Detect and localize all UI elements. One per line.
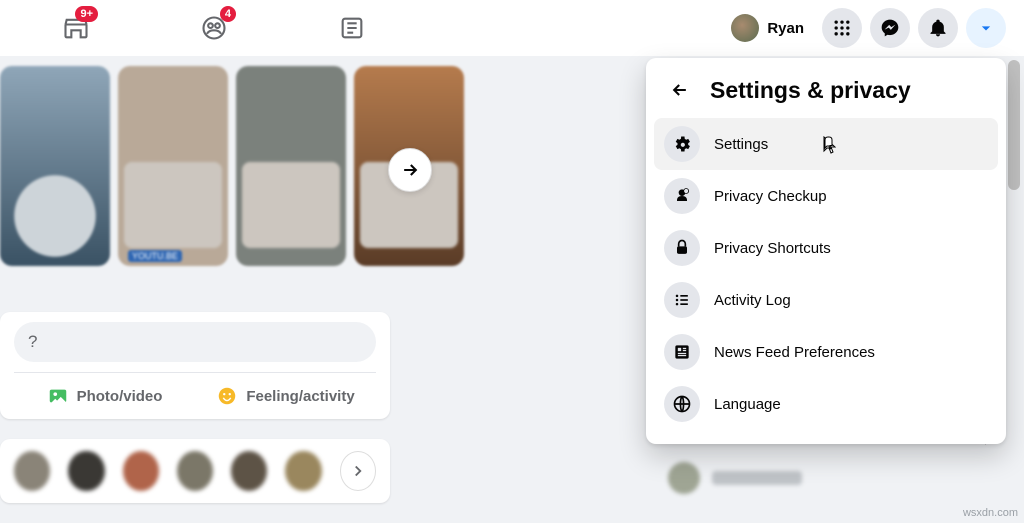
profile-name: Ryan [767,20,804,37]
watermark: wsxdn.com [963,507,1018,519]
nav-right-controls: Ryan [727,8,1006,48]
friends-row [0,439,390,503]
language-item[interactable]: Language [654,378,998,430]
friend-avatar[interactable] [285,451,321,491]
contact-row[interactable] [668,462,988,494]
composer-options: Photo/video Feeling/activity [14,377,376,415]
photo-video-option[interactable]: Photo/video [14,377,195,415]
panel-header: Settings & privacy [654,68,998,118]
notifications-button[interactable] [918,8,958,48]
menu-grid-button[interactable] [822,8,862,48]
friend-avatar[interactable] [231,451,267,491]
news-tab[interactable] [328,4,376,52]
stories-tray: YOUTU.BE [0,66,430,286]
story-card[interactable] [236,66,346,266]
cursor-icon [820,136,836,161]
feeling-icon [216,385,238,407]
vertical-scrollbar[interactable] [1008,60,1022,520]
friend-avatar[interactable] [14,451,50,491]
panel-title: Settings & privacy [710,77,911,104]
groups-badge: 4 [220,6,236,22]
privacy-checkup-icon [672,186,692,206]
activity-log-item[interactable]: Activity Log [654,274,998,326]
contact-name [712,471,802,485]
privacy-shortcuts-item[interactable]: Privacy Shortcuts [654,222,998,274]
marketplace-badge: 9+ [75,6,98,22]
news-feed-label: News Feed Preferences [714,344,875,361]
photo-icon [47,385,69,407]
photo-video-label: Photo/video [77,388,163,405]
stories-next-button[interactable] [388,148,432,192]
youtube-tag: YOUTU.BE [128,250,182,262]
activity-log-label: Activity Log [714,292,791,309]
feeling-label: Feeling/activity [246,388,354,405]
list-icon [672,290,692,310]
bell-icon [928,18,948,38]
composer-prompt[interactable]: ? [14,322,376,362]
back-button[interactable] [664,74,696,106]
friend-avatar[interactable] [177,451,213,491]
friend-avatar[interactable] [123,451,159,491]
top-navigation: 9+ 4 Ryan [0,0,1024,56]
settings-privacy-panel: Settings & privacy Settings Privacy Chec… [646,58,1006,444]
arrow-right-icon [400,160,420,180]
contact-avatar [668,462,700,494]
scrollbar-thumb[interactable] [1008,60,1020,190]
language-label: Language [714,396,781,413]
avatar [731,14,759,42]
settings-item[interactable]: Settings [654,118,998,170]
nav-center-tabs: 9+ 4 [12,4,376,52]
marketplace-tab[interactable]: 9+ [52,4,100,52]
feed-icon [672,342,692,362]
settings-label: Settings [714,136,768,153]
profile-chip[interactable]: Ryan [727,10,814,46]
friend-avatar[interactable] [68,451,104,491]
story-card[interactable] [0,66,110,266]
messenger-button[interactable] [870,8,910,48]
groups-tab[interactable]: 4 [190,4,238,52]
privacy-checkup-item[interactable]: Privacy Checkup [654,170,998,222]
lock-icon [672,238,692,258]
story-card[interactable]: YOUTU.BE [118,66,228,266]
divider [14,372,376,373]
friends-next-button[interactable] [340,451,376,491]
privacy-shortcuts-label: Privacy Shortcuts [714,240,831,257]
globe-icon [672,394,692,414]
privacy-checkup-label: Privacy Checkup [714,188,827,205]
gear-icon [672,134,692,154]
caret-down-icon [976,18,996,38]
post-composer: ? Photo/video Feeling/activity [0,312,390,419]
feeling-activity-option[interactable]: Feeling/activity [195,377,376,415]
arrow-left-icon [670,80,690,100]
chevron-right-icon [349,462,367,480]
news-feed-preferences-item[interactable]: News Feed Preferences [654,326,998,378]
news-icon [338,14,366,42]
account-menu-button[interactable] [966,8,1006,48]
messenger-icon [880,18,900,38]
grid-icon [832,18,852,38]
